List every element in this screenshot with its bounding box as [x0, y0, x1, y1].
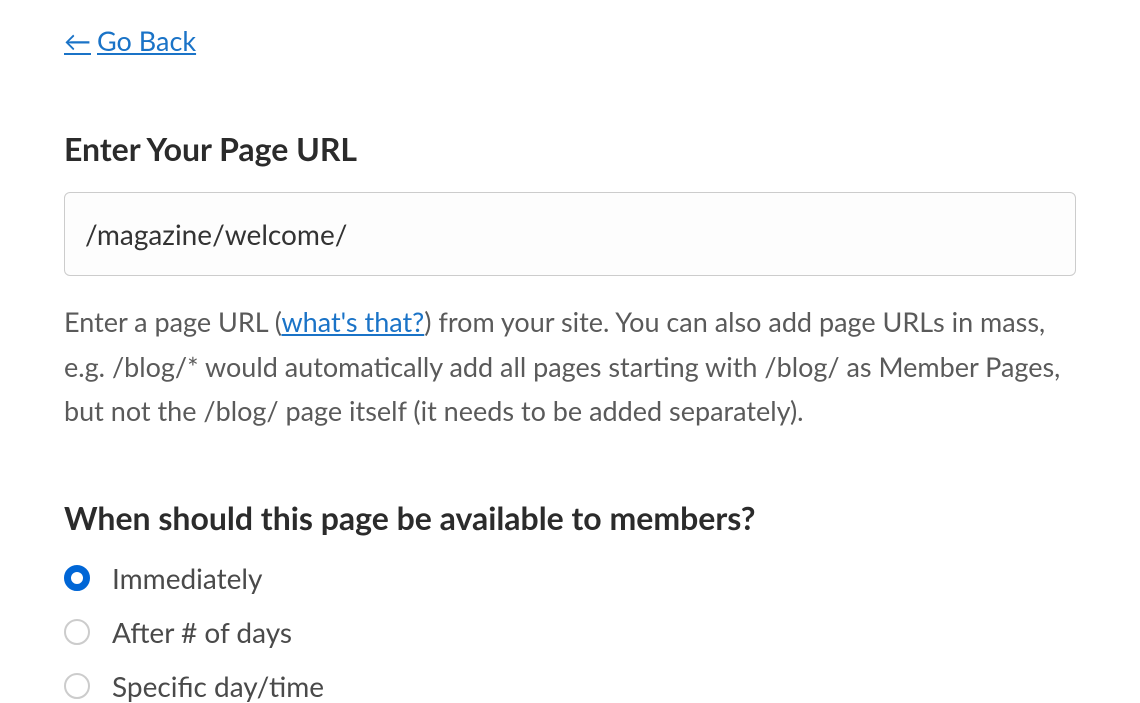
go-back-link[interactable]: ← Go Back — [64, 24, 196, 57]
radio-option-after-days[interactable]: After # of days — [64, 615, 1076, 649]
url-heading: Enter Your Page URL — [64, 129, 1076, 168]
availability-heading: When should this page be available to me… — [64, 498, 1076, 537]
radio-circle-icon — [64, 673, 90, 699]
radio-option-specific-daytime[interactable]: Specific day/time — [64, 669, 1076, 703]
radio-option-immediately[interactable]: Immediately — [64, 561, 1076, 595]
arrow-left-icon: ← — [64, 24, 91, 57]
url-helper-text: Enter a page URL (what's that?) from you… — [64, 300, 1076, 434]
url-section: Enter Your Page URL Enter a page URL (wh… — [64, 129, 1076, 434]
radio-label: Immediately — [112, 561, 262, 595]
radio-label: Specific day/time — [112, 669, 324, 703]
go-back-label: Go Back — [97, 24, 196, 57]
whats-that-link[interactable]: what's that? — [281, 305, 424, 338]
availability-radio-group: Immediately After # of days Specific day… — [64, 561, 1076, 703]
radio-circle-icon — [64, 565, 90, 591]
availability-section: When should this page be available to me… — [64, 498, 1076, 703]
page-url-input[interactable] — [64, 192, 1076, 276]
helper-text-pre: Enter a page URL ( — [64, 305, 281, 338]
radio-circle-icon — [64, 619, 90, 645]
radio-label: After # of days — [112, 615, 292, 649]
